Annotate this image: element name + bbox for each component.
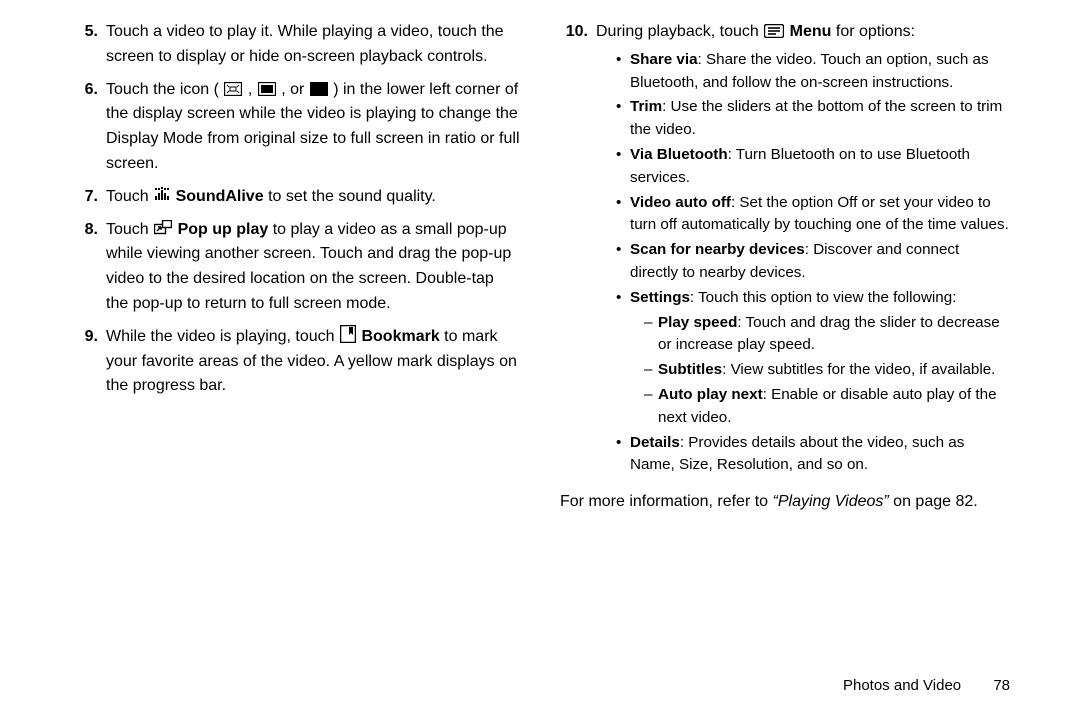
bold-term: Bookmark [361, 328, 439, 345]
page-footer: Photos and Video 78 [843, 677, 1010, 694]
step-7: 7. Touch SoundAlive to set the sound qua… [70, 185, 520, 210]
bold-term: SoundAlive [176, 188, 264, 205]
step-number: 8. [70, 218, 98, 317]
left-column: 5. Touch a video to play it. While playi… [60, 20, 540, 720]
option-video-auto-off: Video auto off: Set the option Off or se… [616, 192, 1010, 238]
option-details: Details: Provides details about the vide… [616, 432, 1010, 478]
soundalive-icon [154, 187, 170, 203]
menu-icon [764, 24, 784, 38]
setting-play-speed: Play speed: Touch and drag the slider to… [644, 312, 1010, 358]
step-number: 5. [70, 20, 98, 70]
step-6: 6. Touch the icon ( , , or ) in the lowe [70, 78, 520, 177]
option-via-bluetooth: Via Bluetooth: Turn Bluetooth on to use … [616, 144, 1010, 190]
step-text: Touch SoundAlive to set the sound qualit… [106, 185, 520, 210]
page-number: 78 [993, 677, 1010, 694]
step-text: Touch Pop up play to play a video as a s… [106, 218, 520, 317]
setting-subtitles: Subtitles: View subtitles for the video,… [644, 359, 1010, 382]
display-mode-ratio-icon [258, 82, 276, 96]
option-share-via: Share via: Share the video. Touch an opt… [616, 49, 1010, 95]
step-number: 6. [70, 78, 98, 177]
step-text: Touch a video to play it. While playing … [106, 20, 520, 70]
step-5: 5. Touch a video to play it. While playi… [70, 20, 520, 70]
display-mode-full-icon [310, 82, 328, 96]
reference-title: “Playing Videos” [773, 493, 889, 510]
bold-term: Pop up play [178, 221, 269, 238]
right-column: 10. During playback, touch Menu for opti… [540, 20, 1020, 720]
bookmark-icon [340, 325, 356, 343]
step-number: 7. [70, 185, 98, 210]
document-page: 5. Touch a video to play it. While playi… [0, 0, 1080, 720]
option-scan-nearby: Scan for nearby devices: Discover and co… [616, 239, 1010, 285]
option-trim: Trim: Use the sliders at the bottom of t… [616, 96, 1010, 142]
options-list: Share via: Share the video. Touch an opt… [596, 49, 1010, 477]
bold-term: Menu [790, 23, 832, 40]
settings-sublist: Play speed: Touch and drag the slider to… [630, 312, 1010, 430]
step-9: 9. While the video is playing, touch Boo… [70, 325, 520, 399]
option-settings: Settings: Touch this option to view the … [616, 287, 1010, 430]
step-text: Touch the icon ( , , or ) in the lower l… [106, 78, 520, 177]
step-text: During playback, touch Menu for options:… [596, 20, 1010, 481]
step-text: While the video is playing, touch Bookma… [106, 325, 520, 399]
section-name: Photos and Video [843, 677, 961, 694]
display-mode-original-icon [224, 82, 242, 96]
popup-play-icon [154, 220, 172, 236]
step-10: 10. During playback, touch Menu for opti… [560, 20, 1010, 481]
step-number: 10. [560, 20, 588, 481]
step-8: 8. Touch Pop up play to play a video as … [70, 218, 520, 317]
step-number: 9. [70, 325, 98, 399]
cross-reference: For more information, refer to “Playing … [560, 489, 1010, 515]
setting-auto-play-next: Auto play next: Enable or disable auto p… [644, 384, 1010, 430]
